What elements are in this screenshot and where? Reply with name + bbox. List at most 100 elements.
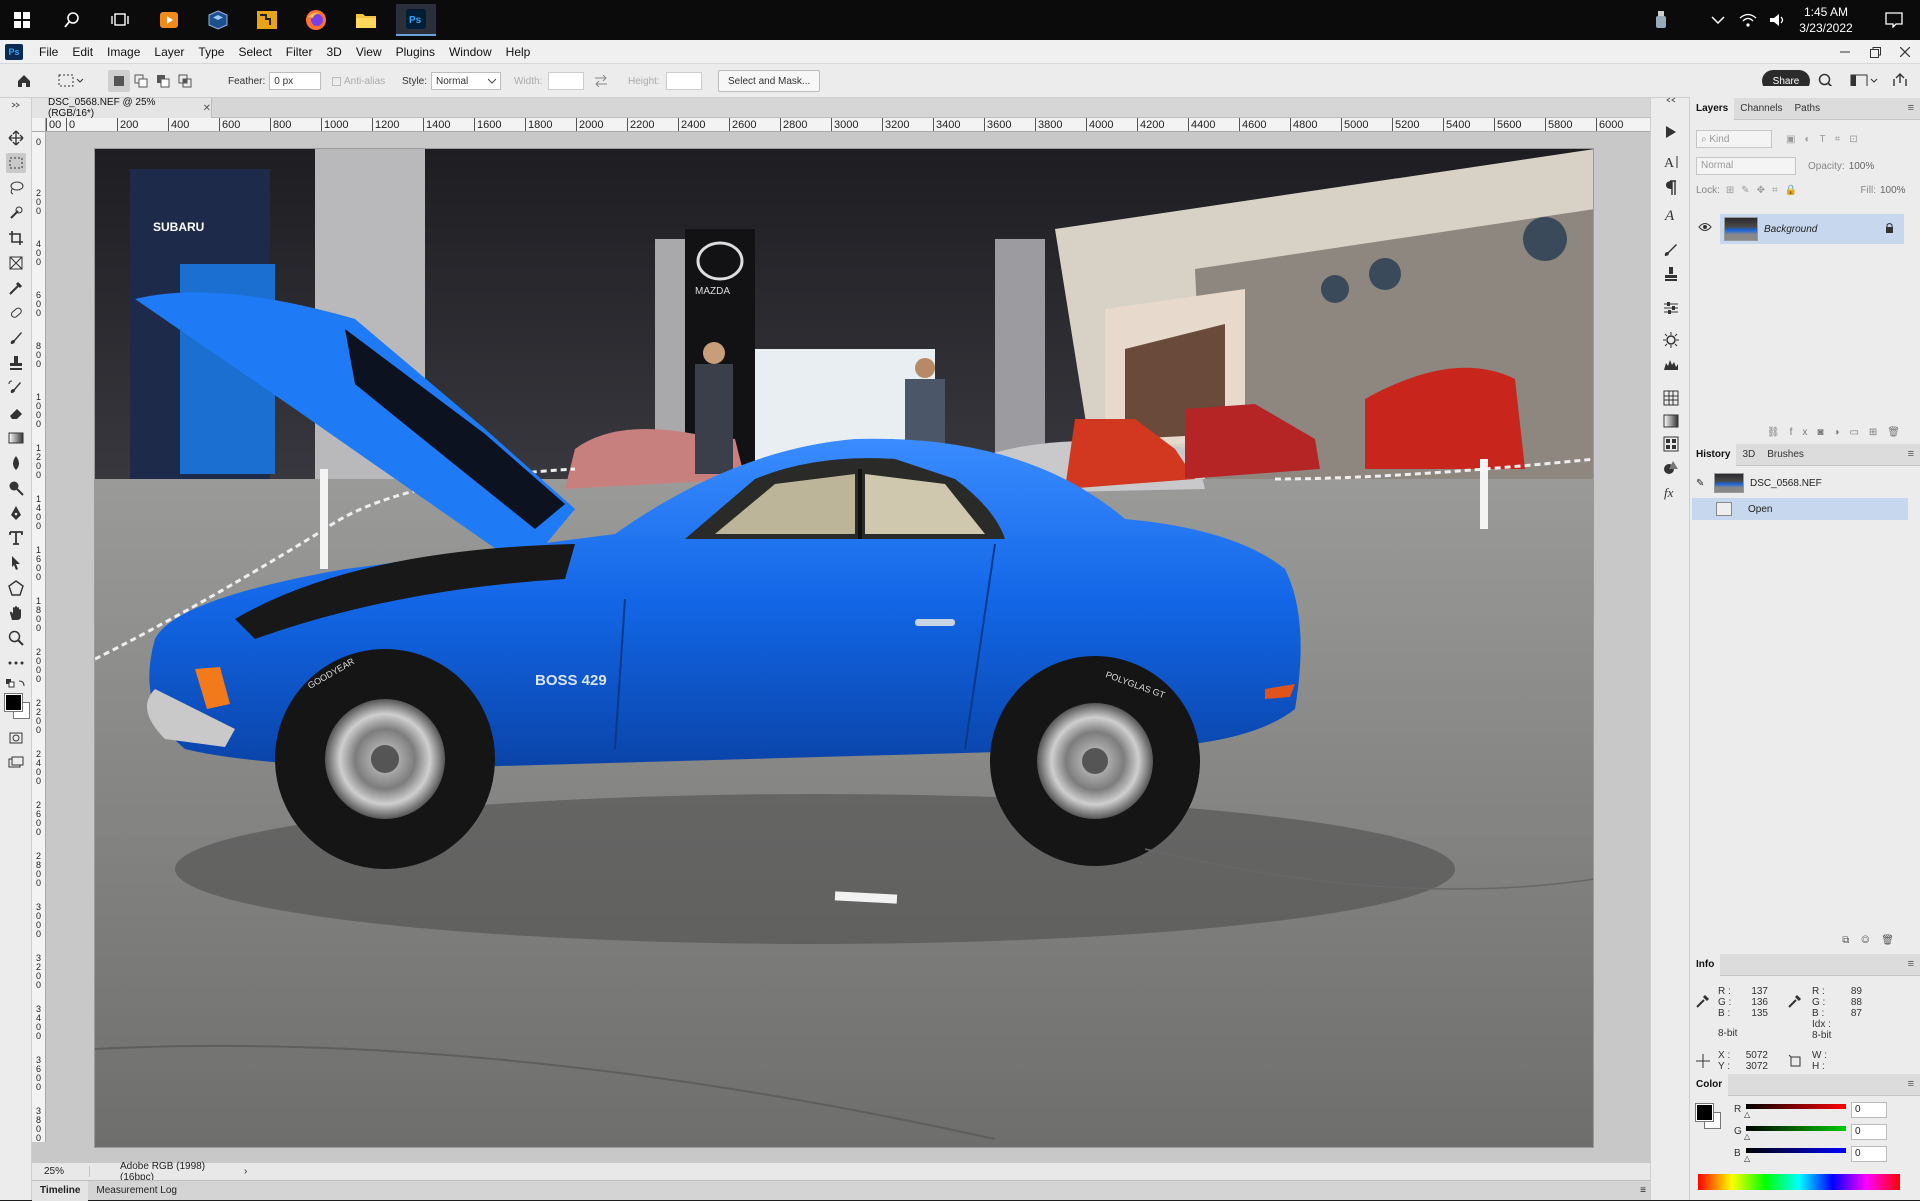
layers-footer-icons[interactable]: ⛓fx◙◑▭⊞🗑 — [1690, 422, 1920, 442]
search-icon[interactable] — [56, 4, 88, 36]
foreground-color-swatch[interactable] — [4, 693, 23, 712]
histogram-icon[interactable] — [1661, 354, 1681, 374]
menu-plugins[interactable]: Plugins — [389, 40, 442, 64]
chevron-right-icon[interactable]: › — [240, 1166, 247, 1177]
home-icon[interactable] — [16, 70, 32, 92]
hand-tool-icon[interactable] — [6, 603, 26, 623]
color-spectrum[interactable] — [1698, 1174, 1900, 1190]
panel-collapse-bar[interactable] — [1690, 86, 1920, 98]
notification-icon[interactable] — [1882, 8, 1906, 32]
blend-mode-dropdown[interactable]: Normal — [1696, 157, 1796, 175]
add-selection-icon[interactable] — [130, 70, 152, 92]
character-icon[interactable]: A — [1661, 152, 1681, 172]
intersect-selection-icon[interactable] — [174, 70, 196, 92]
history-snapshot[interactable]: ✎ DSC_0568.NEF — [1690, 470, 1906, 496]
app-yellow-icon[interactable] — [251, 4, 283, 36]
tab-color[interactable]: Color — [1690, 1073, 1729, 1096]
marquee-preset-icon[interactable] — [58, 70, 84, 92]
collapse-arrows-icon[interactable] — [6, 100, 26, 110]
tab-info[interactable]: Info — [1690, 953, 1721, 976]
layer-filter-icons[interactable]: ▣◐T⌗⊡ — [1786, 134, 1867, 145]
move-tool-icon[interactable] — [6, 128, 26, 148]
more-tools-icon[interactable] — [6, 653, 26, 673]
tab-history[interactable]: History — [1690, 443, 1737, 466]
virtualbox-icon[interactable] — [202, 4, 234, 36]
default-colors-icon[interactable] — [6, 676, 26, 692]
red-slider-thumb[interactable]: △ — [1744, 1110, 1750, 1119]
panel-menu-icon[interactable]: ≡ — [1908, 102, 1914, 114]
close-tab-icon[interactable]: ✕ — [203, 103, 211, 114]
menu-edit[interactable]: Edit — [65, 40, 100, 64]
blur-tool-icon[interactable] — [6, 453, 26, 473]
menu-type[interactable]: Type — [191, 40, 231, 64]
tab-measurement-log[interactable]: Measurement Log — [88, 1185, 185, 1196]
crop-tool-icon[interactable] — [6, 228, 26, 248]
gradient-icon[interactable] — [6, 428, 26, 448]
close-icon[interactable] — [1890, 40, 1920, 64]
healing-brush-icon[interactable] — [6, 303, 26, 323]
menu-layer[interactable]: Layer — [147, 40, 191, 64]
history-brush-source-icon[interactable]: ✎ — [1690, 478, 1714, 489]
style-dropdown[interactable]: Normal — [431, 72, 502, 90]
green-slider[interactable] — [1746, 1126, 1846, 1131]
menu-help[interactable]: Help — [499, 40, 538, 64]
fill-input[interactable]: 100% — [1880, 185, 1920, 196]
menu-3d[interactable]: 3D — [319, 40, 348, 64]
tab-timeline[interactable]: Timeline — [32, 1180, 89, 1201]
swap-dimensions-icon[interactable] — [594, 70, 608, 92]
tab-layers[interactable]: Layers — [1690, 97, 1735, 120]
brush-tool-icon[interactable] — [6, 328, 26, 348]
height-input[interactable] — [665, 72, 702, 90]
panel-menu-icon[interactable]: ≡ — [1908, 448, 1914, 460]
tab-paths[interactable]: Paths — [1789, 98, 1827, 120]
red-slider[interactable] — [1746, 1104, 1846, 1109]
horizontal-ruler[interactable]: 00 0 200 400 600 800 1000 1200 1400 1600 1800 2000 2… — [46, 118, 1650, 132]
zoom-tool-icon[interactable] — [6, 628, 26, 648]
chevron-up-icon[interactable] — [1706, 8, 1730, 32]
quick-selection-icon[interactable] — [6, 203, 26, 223]
clone-stamp-icon[interactable] — [6, 353, 26, 373]
panel-menu-icon[interactable]: ≡ — [1908, 958, 1914, 970]
opacity-input[interactable]: 100% — [1849, 161, 1885, 172]
expand-panels-icon[interactable] — [1661, 94, 1681, 106]
menu-image[interactable]: Image — [100, 40, 147, 64]
properties-icon[interactable] — [1661, 330, 1681, 350]
subtract-selection-icon[interactable] — [152, 70, 174, 92]
pen-tool-icon[interactable] — [6, 503, 26, 523]
zoom-level[interactable]: 25% — [32, 1166, 90, 1177]
history-brush-icon[interactable] — [6, 378, 26, 398]
layer-kind-filter[interactable]: ⌕ Kind — [1696, 130, 1772, 148]
firefox-icon[interactable] — [300, 4, 332, 36]
image-canvas[interactable]: SUBARU MAZDA BOSS 429 GOODYEAR POLYGLAS … — [94, 148, 1594, 1148]
quick-mask-icon[interactable] — [6, 728, 26, 748]
network-icon[interactable] — [1736, 8, 1760, 32]
anti-alias-checkbox[interactable]: Anti-alias — [332, 70, 385, 92]
tab-channels[interactable]: Channels — [1734, 98, 1788, 120]
path-selection-icon[interactable] — [6, 553, 26, 573]
gradients-panel-icon[interactable] — [1661, 411, 1681, 431]
eyedropper-icon[interactable] — [1696, 994, 1710, 1011]
adjustments-icon[interactable] — [1661, 298, 1681, 318]
menu-filter[interactable]: Filter — [279, 40, 320, 64]
windows-start-icon[interactable] — [6, 4, 38, 36]
type-tool-icon[interactable] — [6, 528, 26, 548]
panel-menu-icon[interactable]: ≡ — [1908, 1078, 1914, 1090]
photoshop-logo[interactable]: Ps — [5, 43, 23, 60]
menu-select[interactable]: Select — [231, 40, 278, 64]
frame-tool-icon[interactable] — [6, 253, 26, 273]
clone-source-icon[interactable] — [1661, 264, 1681, 284]
tab-3d[interactable]: 3D — [1736, 444, 1761, 466]
blue-slider[interactable] — [1746, 1148, 1846, 1153]
red-input[interactable]: 0 — [1851, 1102, 1887, 1118]
blue-slider-thumb[interactable]: △ — [1744, 1154, 1750, 1163]
color-foreground-swatch[interactable] — [1695, 1103, 1714, 1122]
shapes-panel-icon[interactable] — [1661, 458, 1681, 478]
styles-icon[interactable]: fx — [1661, 482, 1681, 502]
eye-icon[interactable] — [1698, 222, 1712, 235]
system-clock[interactable]: 1:45 AM 3/23/2022 — [1786, 4, 1866, 36]
document-tab[interactable]: DSC_0568.NEF @ 25% (RGB/16*) ✕ — [32, 97, 212, 119]
lock-icon[interactable] — [1885, 222, 1894, 236]
history-footer-icons[interactable]: ⧉◎🗑 — [1690, 930, 1920, 950]
lasso-tool-icon[interactable] — [6, 178, 26, 198]
anti-alias-box[interactable] — [332, 76, 341, 86]
